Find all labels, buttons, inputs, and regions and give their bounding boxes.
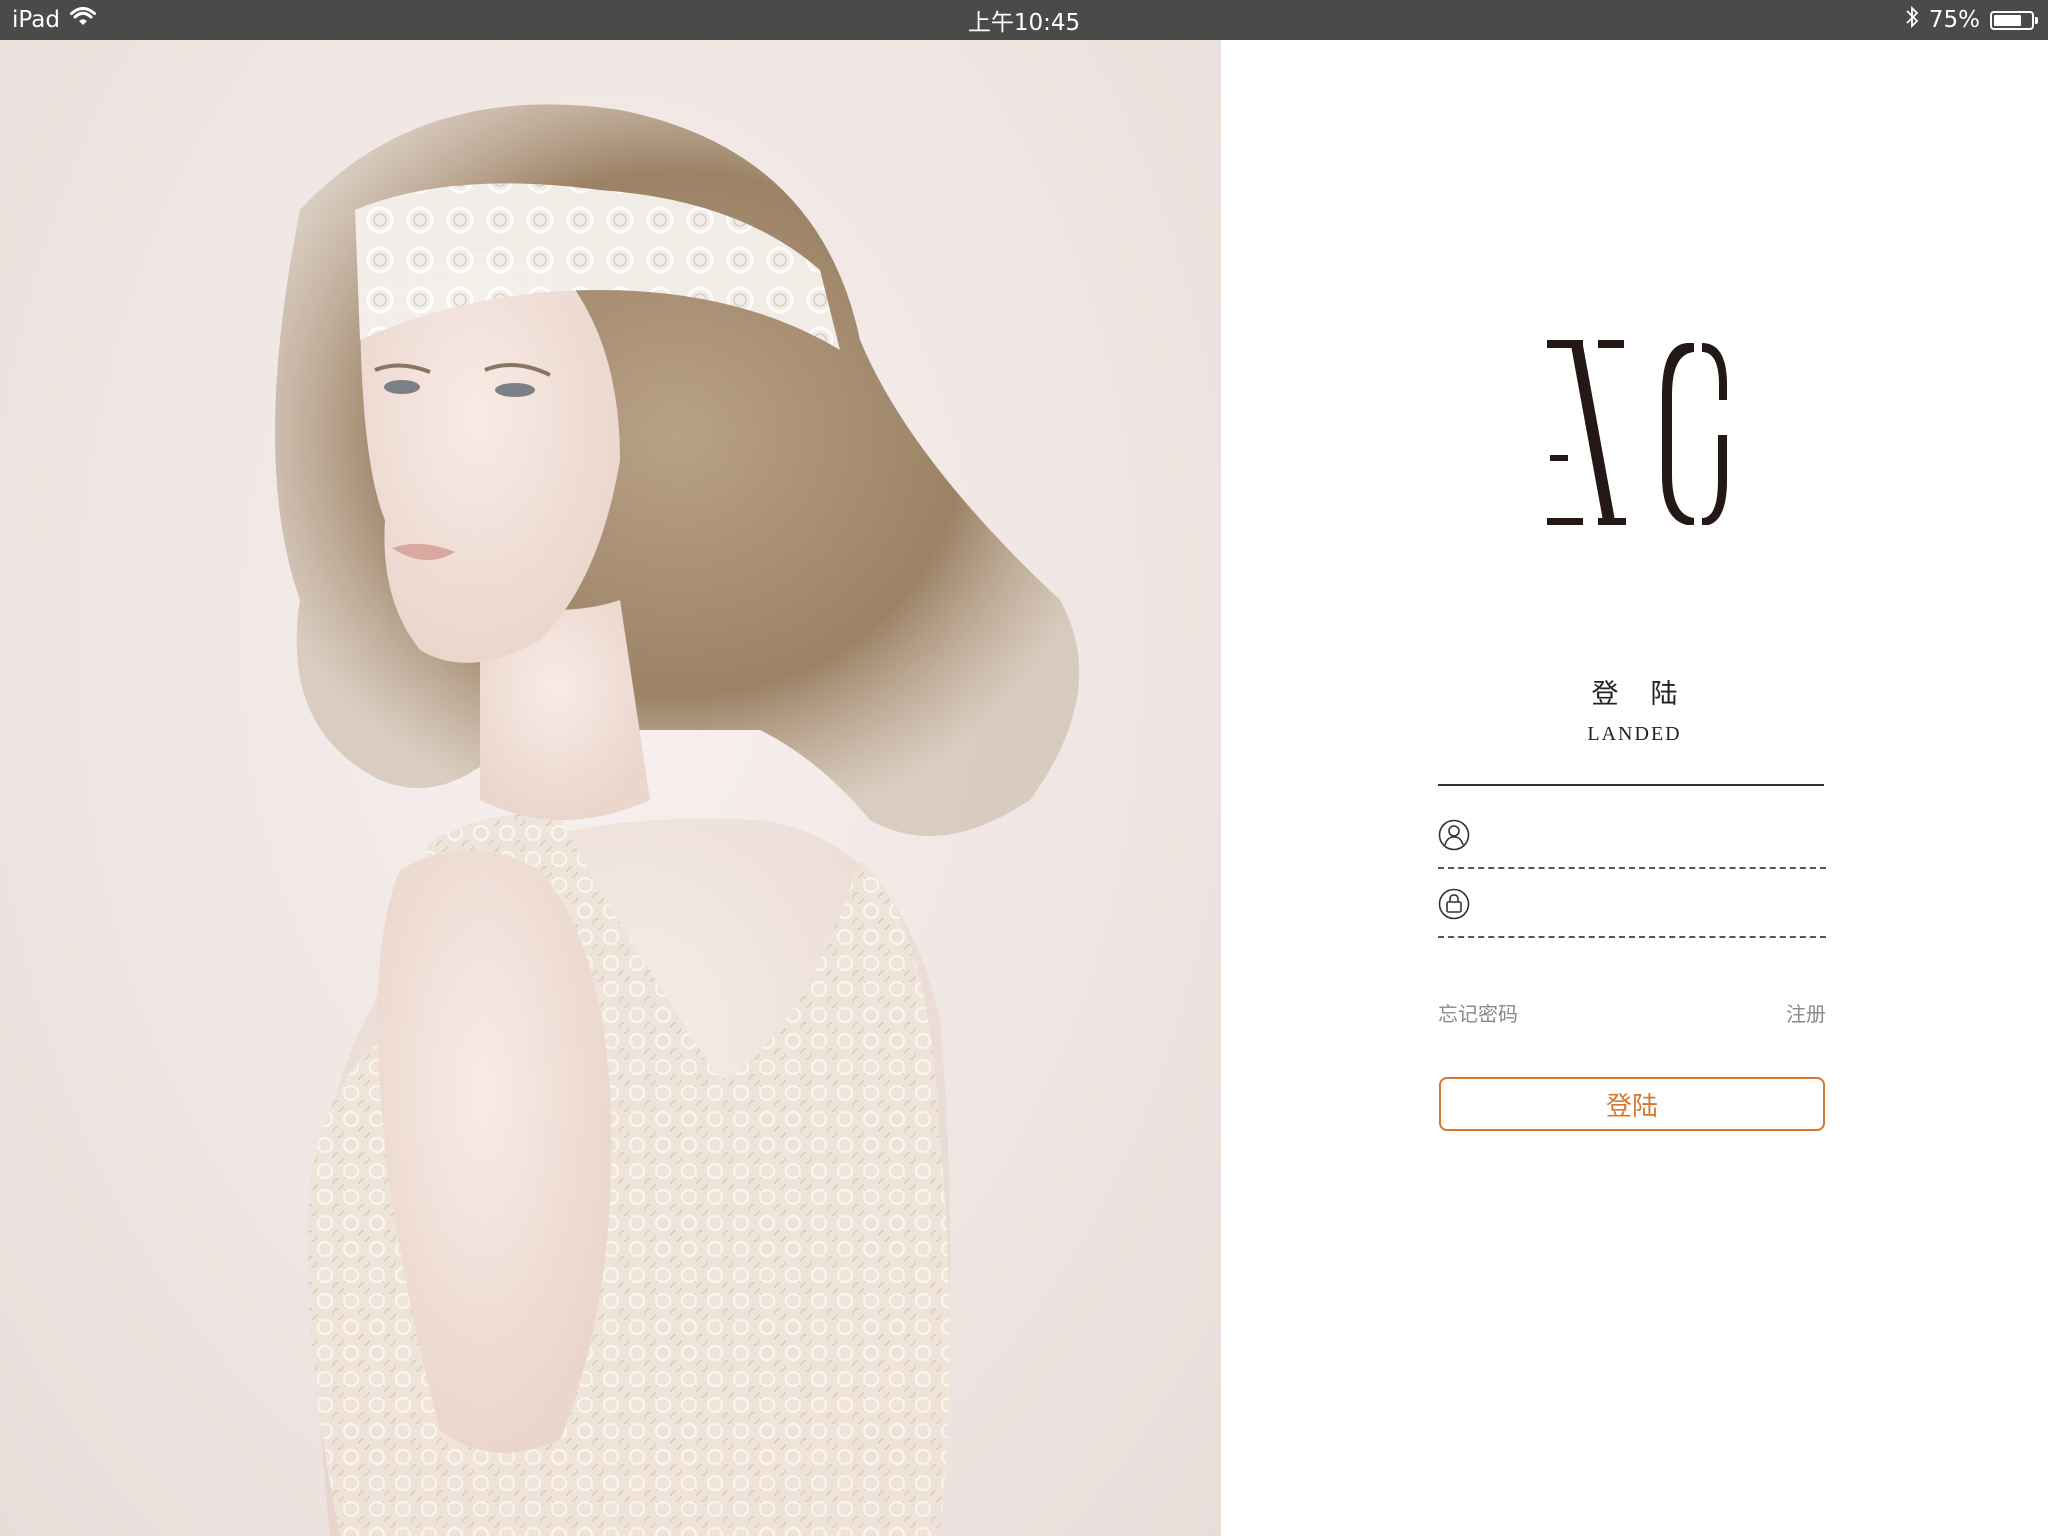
form-divider bbox=[1438, 784, 1824, 786]
password-input[interactable] bbox=[1486, 884, 1820, 926]
login-button[interactable]: 登陆 bbox=[1439, 1077, 1825, 1131]
status-time: 上午10:45 bbox=[967, 10, 1081, 36]
status-bar-center: 上午10:45 bbox=[0, 0, 2048, 40]
lock-icon bbox=[1438, 888, 1470, 920]
status-bar: iPad 上午10:45 75% bbox=[0, 0, 2048, 40]
model-portrait-photo bbox=[275, 104, 1080, 1536]
page-title: 登陆 bbox=[1591, 679, 1710, 710]
bluetooth-icon bbox=[1905, 5, 1919, 35]
user-icon bbox=[1438, 819, 1470, 851]
battery-percent: 75% bbox=[1928, 7, 1980, 33]
page-subtitle: LANDED bbox=[1587, 723, 1682, 745]
login-button-label: 登陆 bbox=[1605, 1091, 1658, 1122]
status-bar-right: 75% bbox=[1905, 0, 2038, 40]
hero-photo bbox=[0, 40, 1221, 1536]
xg-logo bbox=[1542, 340, 1727, 526]
login-panel: 登陆 LANDED 忘记密码 注册 登陆 bbox=[1221, 40, 2048, 1536]
battery-level-fill bbox=[1994, 14, 2021, 26]
username-field-row bbox=[1438, 807, 1826, 869]
forgot-password-link[interactable]: 忘记密码 bbox=[1438, 998, 1518, 1027]
battery-icon bbox=[1990, 10, 2038, 30]
username-input[interactable] bbox=[1486, 815, 1820, 857]
password-field-row bbox=[1438, 876, 1826, 938]
register-link[interactable]: 注册 bbox=[1786, 998, 1826, 1027]
